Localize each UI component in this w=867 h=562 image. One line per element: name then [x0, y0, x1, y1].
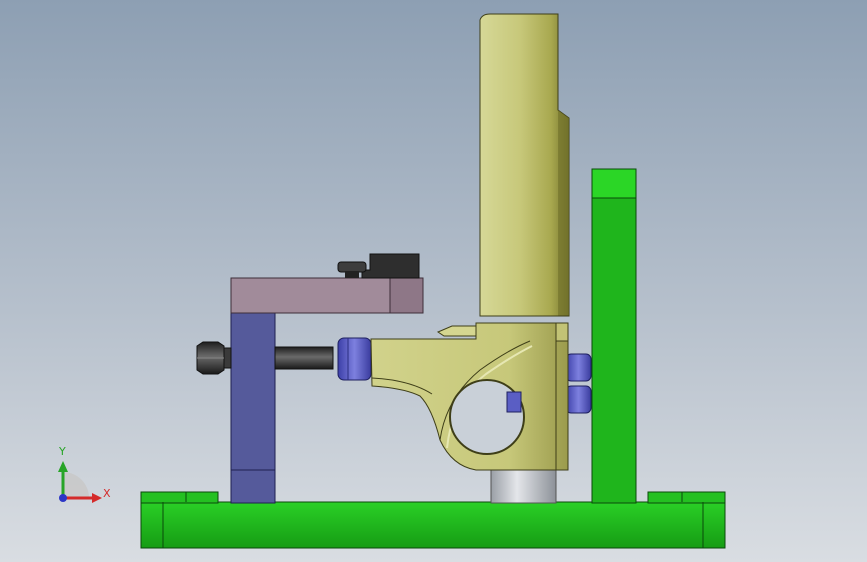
left-support-block[interactable]: [230, 312, 276, 504]
assembly-view: Y X: [0, 0, 867, 562]
viewport-background: [0, 0, 867, 562]
left-bushing[interactable]: [337, 337, 372, 381]
cad-viewport[interactable]: Y X: [0, 0, 867, 562]
lower-shaft[interactable]: [490, 469, 557, 504]
vertical-column[interactable]: [479, 13, 570, 317]
y-axis-label: Y: [58, 445, 66, 458]
x-axis-label: X: [103, 487, 111, 500]
z-axis-dot: [59, 494, 67, 502]
top-arm[interactable]: [230, 277, 424, 314]
right-upright[interactable]: [591, 168, 637, 504]
